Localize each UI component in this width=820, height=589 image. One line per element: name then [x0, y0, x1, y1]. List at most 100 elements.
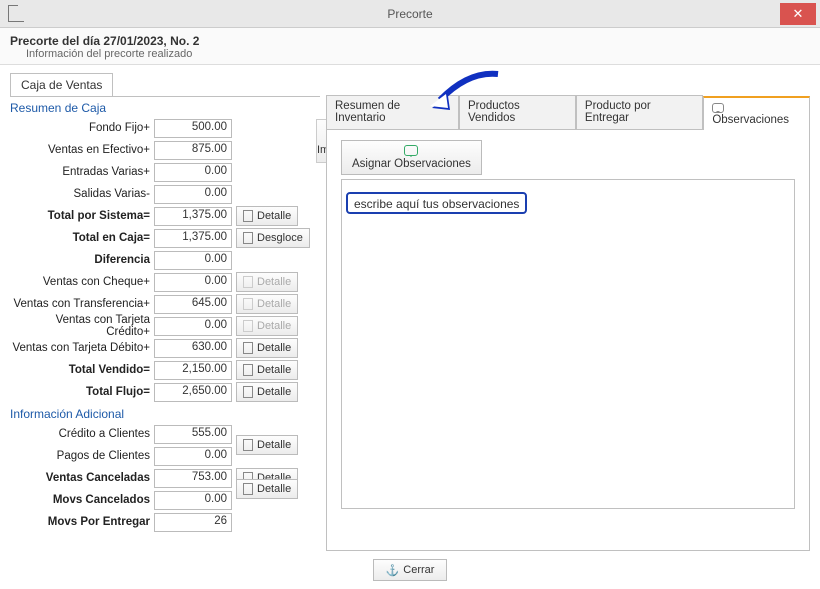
field-row: Ventas con Tarjeta Crédito+0.00 Detalle [10, 315, 308, 337]
precorte-subtitle: Información del precorte realizado [10, 48, 810, 60]
field-value: 0.00 [154, 273, 232, 292]
document-icon [243, 276, 253, 288]
field-label: Ventas con Cheque+ [10, 276, 150, 288]
anchor-icon: ⚓ [386, 564, 400, 577]
field-value: 0.00 [154, 317, 232, 336]
field-value: 753.00 [154, 469, 232, 488]
field-value: 1,375.00 [154, 229, 232, 248]
field-value: 555.00 [154, 425, 232, 444]
detail-button[interactable]: Detalle [236, 360, 298, 380]
field-label: Fondo Fijo+ [10, 122, 150, 134]
field-value: 1,375.00 [154, 207, 232, 226]
speech-bubble-icon [404, 145, 418, 156]
observaciones-container: escribe aquí tus observaciones [341, 179, 795, 509]
field-row: Ventas con Tarjeta Débito+630.00Detalle [10, 337, 308, 359]
detail-button[interactable]: Detalle [236, 206, 298, 226]
detail-label: Detalle [257, 386, 291, 398]
close-button[interactable]: ⚓ Cerrar [373, 559, 448, 581]
field-row: Diferencia 0.00 [10, 249, 308, 271]
detail-button[interactable]: Detalle [236, 338, 298, 358]
left-panel: Caja de Ventas Resumen de Caja Fondo Fij… [10, 73, 320, 551]
assign-observaciones-button[interactable]: Asignar Observaciones [341, 140, 482, 175]
tab-label: Observaciones [712, 114, 789, 126]
field-label: Total Vendido= [10, 364, 150, 376]
field-label: Diferencia [10, 254, 150, 266]
field-label: Ventas en Efectivo+ [10, 144, 150, 156]
field-row: Total en Caja= 1,375.00 Desgloce [10, 227, 308, 249]
field-row: Fondo Fijo+500.00 [10, 117, 308, 139]
field-row: Movs Por Entregar 26 [10, 511, 320, 533]
field-label: Total Flujo= [10, 386, 150, 398]
titlebar: Precorte ✕ [0, 0, 820, 28]
field-row: Total Vendido= 2,150.00Detalle [10, 359, 308, 381]
detail-button[interactable]: Detalle [236, 479, 298, 499]
tab-label: Producto por Entregar [585, 100, 651, 124]
document-icon [243, 364, 253, 376]
desgloce-button[interactable]: Desgloce [236, 228, 310, 248]
field-label: Pagos de Clientes [10, 450, 150, 462]
window-title: Precorte [387, 7, 432, 21]
field-value: 645.00 [154, 295, 232, 314]
detail-button: Detalle [236, 294, 298, 314]
detail-label: Detalle [257, 210, 291, 222]
document-icon [243, 210, 253, 222]
document-icon [243, 232, 253, 244]
field-row: Ventas en Efectivo+ 875.00 [10, 139, 308, 161]
detail-button[interactable]: Detalle [236, 435, 298, 455]
speech-bubble-icon [712, 103, 724, 113]
field-label: Total en Caja= [10, 232, 150, 244]
detail-label: Detalle [257, 439, 291, 451]
observaciones-input[interactable]: escribe aquí tus observaciones [346, 192, 527, 214]
tab-label: Productos Vendidos [468, 100, 520, 124]
field-value: 0.00 [154, 163, 232, 182]
field-value: 0.00 [154, 251, 232, 270]
tab-producto-por-entregar[interactable]: Producto por Entregar [576, 95, 703, 129]
detail-button[interactable]: Detalle [236, 382, 298, 402]
document-icon [243, 298, 253, 310]
document-icon [243, 439, 253, 451]
document-icon [243, 483, 253, 495]
field-label: Ventas con Transferencia+ [10, 298, 150, 310]
rows-resumen-caja: Fondo Fijo+500.00 Ventas en Efectivo+ 875.… [10, 117, 308, 403]
field-value: 2,150.00 [154, 361, 232, 380]
main-content: Caja de Ventas Resumen de Caja Fondo Fij… [0, 65, 820, 555]
field-label: Crédito a Clientes [10, 428, 150, 440]
precorte-title: Precorte del día 27/01/2023, No. 2 [10, 34, 810, 48]
field-value: 26 [154, 513, 232, 532]
field-row: Pagos de Clientes0.00Detalle [10, 445, 320, 467]
tab-observaciones[interactable]: Observaciones [703, 96, 810, 130]
field-row: Ventas con Transferencia+ 645.00 Detalle [10, 293, 308, 315]
document-icon [243, 320, 253, 332]
field-label: Ventas con Tarjeta Débito+ [10, 342, 150, 354]
field-row: Movs Cancelados0.00Detalle [10, 489, 320, 511]
field-row: Salidas Varias-0.00 [10, 183, 308, 205]
close-icon: ✕ [793, 6, 804, 22]
field-label: Entradas Varias+ [10, 166, 150, 178]
tab-resumen-de-inventario[interactable]: Resumen de Inventario [326, 95, 459, 129]
subheader: Precorte del día 27/01/2023, No. 2 Infor… [0, 28, 820, 65]
section-resumen-caja: Resumen de Caja [10, 101, 320, 115]
tab-label: Resumen de Inventario [335, 100, 400, 124]
left-tabstrip: Caja de Ventas [10, 73, 320, 97]
field-label: Ventas Canceladas [10, 472, 150, 484]
field-value: 875.00 [154, 141, 232, 160]
detail-label: Detalle [257, 342, 291, 354]
field-value: 0.00 [154, 491, 232, 510]
field-label: Movs Por Entregar [10, 516, 150, 528]
field-label: Ventas con Tarjeta Crédito+ [10, 314, 150, 338]
field-row: Ventas con Cheque+ 0.00Detalle [10, 271, 308, 293]
detail-button: Detalle [236, 316, 298, 336]
tab-caja-ventas[interactable]: Caja de Ventas [10, 73, 113, 96]
detail-button: Detalle [236, 272, 298, 292]
document-icon [243, 342, 253, 354]
close-label: Cerrar [403, 564, 434, 576]
detail-label: Detalle [257, 320, 291, 332]
window-close-button[interactable]: ✕ [780, 3, 816, 25]
field-label: Total por Sistema= [10, 210, 150, 222]
tab-productos-vendidos[interactable]: Productos Vendidos [459, 95, 576, 129]
field-value: 0.00 [154, 447, 232, 466]
desgloce-label: Desgloce [257, 232, 303, 244]
detail-label: Detalle [257, 483, 291, 495]
detail-label: Detalle [257, 298, 291, 310]
rows-info-adicional: Crédito a Clientes 555.00 Pagos de Cliente… [10, 423, 320, 533]
